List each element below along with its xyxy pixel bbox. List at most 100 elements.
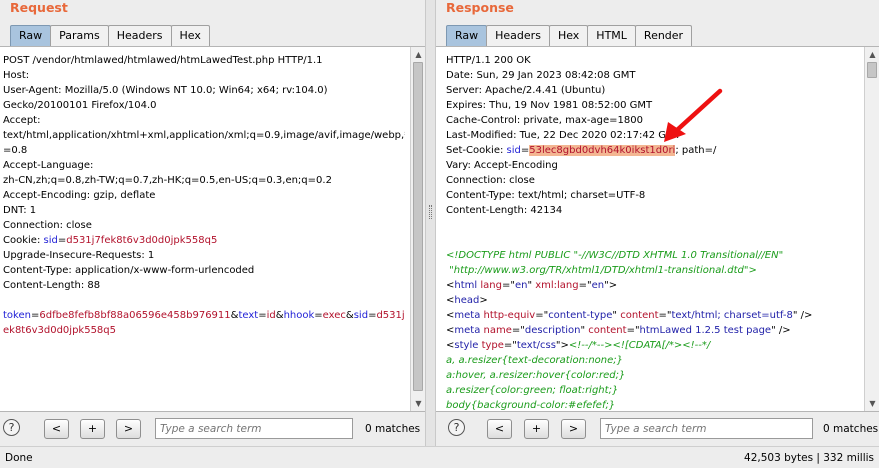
response-token: type [481, 340, 504, 351]
pane-splitter[interactable] [425, 0, 436, 446]
response-token: content-type [548, 310, 613, 321]
scroll-down-arrow-icon[interactable]: ▼ [865, 396, 879, 411]
response-line [446, 218, 859, 233]
response-token: a.resizer{color:green; float:right;} [446, 385, 619, 396]
scroll-down-arrow-icon[interactable]: ▼ [411, 396, 426, 411]
response-scrollbar[interactable]: ▲ ▼ [864, 47, 879, 411]
response-token: =" [578, 280, 592, 291]
request-line: Gecko/20100101 Firefox/104.0 [3, 98, 405, 113]
response-line: HTTP/1.1 200 OK [446, 53, 859, 68]
response-tab-hex[interactable]: Hex [548, 25, 589, 46]
request-add-button[interactable]: + [80, 419, 105, 439]
response-line: <meta name="description" content="htmLaw… [446, 323, 859, 338]
response-token: http-equiv [483, 310, 536, 321]
response-token: content [588, 325, 627, 336]
request-tab-params[interactable]: Params [50, 25, 109, 46]
response-stats: 42,503 bytes | 332 millis [744, 452, 874, 464]
request-editor[interactable]: POST /vendor/htmlawed/htmlawed/htmLawedT… [0, 46, 425, 412]
scroll-up-arrow-icon[interactable]: ▲ [865, 47, 879, 62]
response-token: html [454, 280, 478, 291]
request-search-bar: ? < + > 0 matches [0, 416, 425, 442]
response-line: "http://www.w3.org/TR/xhtml1/DTD/xhtml1-… [446, 263, 859, 278]
response-line: Cache-Control: private, max-age=1800 [446, 113, 859, 128]
response-tab-headers[interactable]: Headers [486, 25, 550, 46]
response-token: > [479, 295, 488, 306]
request-line [3, 293, 405, 308]
response-token: meta [454, 325, 481, 336]
response-add-button[interactable]: + [524, 419, 549, 439]
response-token: a, a.resizer{text-decoration:none;} [446, 355, 623, 366]
response-token: =" [501, 280, 515, 291]
response-token: en [514, 280, 528, 291]
response-token: "http://www.w3.org/TR/xhtml1/DTD/xhtml1-… [446, 265, 757, 276]
response-token: Last-Modified: Tue, 22 Dec 2020 02:17:42… [446, 130, 681, 141]
response-line: <!DOCTYPE html PUBLIC "-//W3C//DTD XHTML… [446, 248, 859, 263]
status-bar: Done 42,503 bytes | 332 millis [0, 446, 879, 468]
response-token: head [454, 295, 480, 306]
request-line: POST /vendor/htmlawed/htmlawed/htmLawedT… [3, 53, 405, 68]
request-token: = [258, 310, 267, 321]
response-search-input[interactable] [600, 418, 813, 439]
request-line: Cookie: sid=d531j7fek8t6v3d0d0jpk558q5 [3, 233, 405, 248]
response-token: =" [535, 310, 549, 321]
request-line: DNT: 1 [3, 203, 405, 218]
request-token: token [3, 310, 31, 321]
request-scrollbar[interactable]: ▲ ▼ [410, 47, 425, 411]
request-token: sid [43, 235, 58, 246]
response-tab-render[interactable]: Render [634, 25, 693, 46]
help-circle-icon[interactable]: ? [3, 419, 20, 436]
response-line: Content-Length: 42134 [446, 203, 859, 218]
request-line: token = 6dfbe8fefb8bf88a06596e458b976911 & t… [3, 308, 405, 323]
request-next-match-button[interactable]: > [116, 419, 141, 439]
response-line: Date: Sun, 29 Jan 2023 08:42:08 GMT [446, 68, 859, 83]
request-tab-hex[interactable]: Hex [170, 25, 210, 46]
response-token: a:hover, a.resizer:hover{color:red;} [446, 370, 626, 381]
response-line: Last-Modified: Tue, 22 Dec 2020 02:17:42… [446, 128, 859, 143]
response-token: description [524, 325, 581, 336]
response-prev-match-button[interactable]: < [487, 419, 512, 439]
response-token: Server: Apache/2.4.41 (Ubuntu) [446, 85, 606, 96]
request-raw-text[interactable]: POST /vendor/htmlawed/htmlawed/htmLawedT… [3, 53, 405, 338]
response-next-match-button[interactable]: > [561, 419, 586, 439]
request-token: d531j7fek8t6v3d0d0jpk558q5 [66, 235, 218, 246]
splitter-grip-icon[interactable] [429, 205, 432, 219]
response-token: Connection: close [446, 175, 535, 186]
response-token: =" [511, 325, 525, 336]
highlighted-session-id: 53lec8gbd0dvh64k0ikst1d0ri [529, 145, 676, 156]
request-token: 6dfbe8fefb8bf88a06596e458b976911 [39, 310, 231, 321]
request-token: DNT: 1 [3, 205, 37, 216]
request-token: ek8t6v3d0d0jpk558q5 [3, 325, 117, 336]
request-tab-raw[interactable]: Raw [10, 25, 52, 46]
response-token: xml:lang [535, 280, 579, 291]
status-text: Done [5, 452, 33, 464]
scroll-up-arrow-icon[interactable]: ▲ [411, 47, 426, 62]
response-raw-text[interactable]: HTTP/1.1 200 OK Date: Sun, 29 Jan 2023 08… [446, 53, 859, 413]
request-token: Connection: close [3, 220, 92, 231]
request-search-input[interactable] [155, 418, 353, 439]
response-line: body{background-color:#efefef;} [446, 398, 859, 413]
response-tab-html[interactable]: HTML [587, 25, 636, 46]
response-token: =" [626, 325, 640, 336]
response-editor[interactable]: HTTP/1.1 200 OK Date: Sun, 29 Jan 2023 08… [436, 46, 879, 412]
request-token: =0.8 [3, 145, 28, 156]
response-line [446, 233, 859, 248]
request-token: zh-CN,zh;q=0.8,zh-TW;q=0.7,zh-HK;q=0.5,e… [3, 175, 332, 186]
response-token: sid [506, 145, 521, 156]
response-token: =" [503, 340, 517, 351]
response-token: Date: Sun, 29 Jan 2023 08:42:08 GMT [446, 70, 636, 81]
request-prev-match-button[interactable]: < [44, 419, 69, 439]
help-circle-icon[interactable]: ? [448, 419, 465, 436]
response-line: Content-Type: text/html; charset=UTF-8 [446, 188, 859, 203]
response-token: name [483, 325, 512, 336]
request-token: text [238, 310, 259, 321]
response-token: <!DOCTYPE html PUBLIC "-//W3C//DTD XHTML… [446, 250, 784, 261]
response-token: Content-Type: text/html; charset=UTF-8 [446, 190, 646, 201]
request-scroll-thumb[interactable] [413, 62, 423, 391]
request-match-count: 0 matches [365, 423, 421, 435]
request-token: & [275, 310, 284, 321]
request-token: Accept: [3, 115, 41, 126]
request-tab-headers[interactable]: Headers [107, 25, 172, 46]
response-tab-raw[interactable]: Raw [446, 25, 488, 46]
response-scroll-thumb[interactable] [867, 62, 877, 78]
response-token: " /> [771, 325, 791, 336]
